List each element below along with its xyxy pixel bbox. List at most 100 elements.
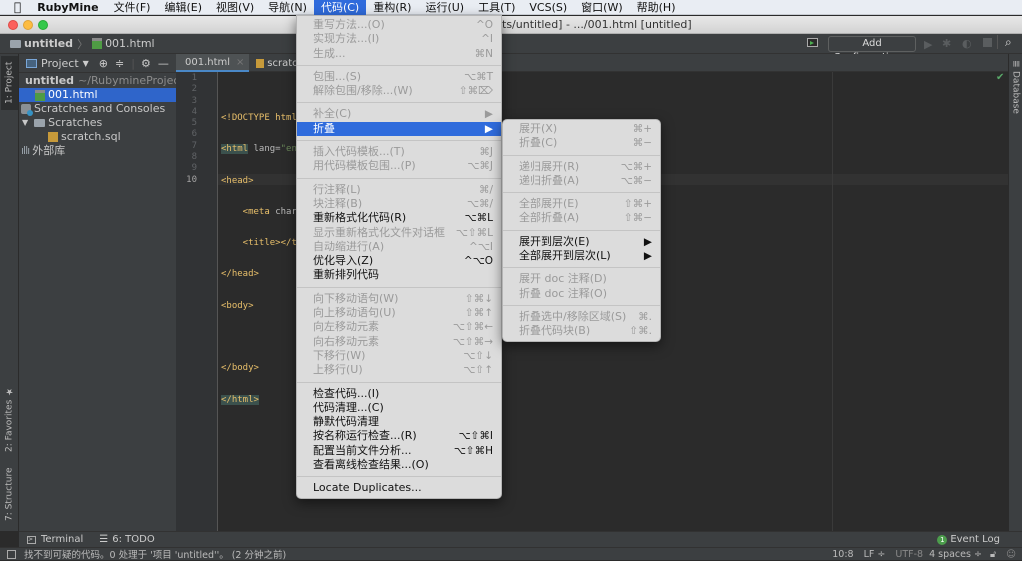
tree-item-external-libraries[interactable]: ıllı 外部库 bbox=[19, 144, 176, 158]
apple-icon[interactable]:  bbox=[0, 0, 29, 15]
fold-menu-item[interactable]: 展开 doc 注释(D) bbox=[503, 272, 660, 286]
terminal-tab[interactable]: > Terminal bbox=[27, 534, 83, 545]
code-menu-item[interactable]: 配置当前文件分析... ⌥⇧⌘H bbox=[297, 444, 501, 458]
fold-menu-item[interactable]: 折叠代码块(B) ⇧⌘. bbox=[503, 324, 660, 338]
code-menu-item[interactable]: 重写方法...(O) ^O bbox=[297, 18, 501, 32]
code-menu-item[interactable]: 上移行(U) ⌥⇧↑ bbox=[297, 363, 501, 377]
code-menu-item[interactable]: 向左移动元素 ⌥⇧⌘← bbox=[297, 320, 501, 334]
project-view-selector[interactable]: Project bbox=[41, 57, 79, 70]
fold-menu-item[interactable]: 折叠 doc 注释(O) bbox=[503, 287, 660, 301]
menu-help[interactable]: 帮助(H) bbox=[630, 0, 683, 15]
indent-selector[interactable]: 4 spaces ÷ bbox=[929, 549, 982, 560]
database-tool-tab[interactable]: ≣ Database bbox=[1009, 60, 1022, 114]
menu-refactor[interactable]: 重构(R) bbox=[366, 0, 418, 15]
stop-icon[interactable] bbox=[983, 38, 992, 47]
fold-menu-item[interactable]: 折叠(C) ⌘− bbox=[503, 136, 660, 150]
code-menu-item[interactable]: 代码清理...(C) bbox=[297, 401, 501, 415]
code-menu-item[interactable]: 生成... ⌘N bbox=[297, 47, 501, 61]
chevron-down-icon[interactable]: ▼ bbox=[83, 59, 89, 68]
breadcrumb-project[interactable]: untitled bbox=[0, 37, 73, 50]
tree-item-scratches-consoles[interactable]: Scratches and Consoles bbox=[19, 102, 176, 116]
zoom-window-button[interactable] bbox=[38, 20, 48, 30]
menu-file[interactable]: 文件(F) bbox=[107, 0, 158, 15]
expand-arrow-icon[interactable]: ▼ bbox=[22, 116, 28, 130]
toggle-tool-windows-icon[interactable] bbox=[7, 549, 16, 559]
hide-panel-icon[interactable]: — bbox=[158, 57, 169, 70]
fold-menu-item[interactable]: 折叠选中/移除区域(S) ⌘. bbox=[503, 310, 660, 324]
code-menu-item[interactable]: 插入代码模板...(T) ⌘J bbox=[297, 145, 501, 159]
debug-icon[interactable]: ✱ bbox=[942, 37, 951, 50]
favorites-tool-tab[interactable]: 2: Favorites ★ bbox=[1, 384, 18, 454]
fold-menu-item[interactable]: 全部展开(E) ⇧⌘+ bbox=[503, 197, 660, 211]
code-menu-item[interactable]: 按名称运行检查...(R) ⌥⇧⌘I bbox=[297, 429, 501, 443]
add-configuration-button[interactable]: Add Configuration... bbox=[828, 36, 916, 63]
menu-edit[interactable]: 编辑(E) bbox=[157, 0, 209, 15]
code-menu-item[interactable]: 实现方法...(I) ^I bbox=[297, 32, 501, 46]
locate-icon[interactable]: ⊕ bbox=[99, 57, 108, 70]
line-separator-selector[interactable]: LF ÷ bbox=[864, 549, 886, 560]
close-window-button[interactable] bbox=[8, 20, 18, 30]
fold-menu-item[interactable]: 递归折叠(A) ⌥⌘− bbox=[503, 174, 660, 188]
code-menu-item[interactable]: 包围...(S) ⌥⌘T bbox=[297, 70, 501, 84]
code-menu-item[interactable]: 解除包围/移除...(W) ⇧⌘⌦ bbox=[297, 84, 501, 98]
breadcrumb-file[interactable]: 001.html bbox=[92, 37, 155, 50]
tree-item-scratch-sql[interactable]: scratch.sql bbox=[19, 130, 176, 144]
code-menu-item[interactable]: 用代码模板包围...(P) ⌥⌘J bbox=[297, 159, 501, 173]
menu-vcs[interactable]: VCS(S) bbox=[522, 0, 574, 15]
coverage-icon[interactable]: ◐ bbox=[962, 37, 972, 50]
fold-menu-item[interactable]: 全部折叠(A) ⇧⌘− bbox=[503, 211, 660, 225]
tree-item-001-html[interactable]: 001.html bbox=[19, 88, 176, 102]
close-tab-icon[interactable]: × bbox=[236, 57, 244, 68]
code-menu-item[interactable]: 重新格式化代码(R) ⌥⌘L bbox=[297, 211, 501, 225]
code-menu-item[interactable]: 补全(C) ▶ bbox=[297, 107, 501, 121]
code-menu-item[interactable]: 折叠 ▶ bbox=[297, 121, 501, 137]
menu-code[interactable]: 代码(C) bbox=[313, 0, 367, 15]
code-menu-item[interactable]: 行注释(L) ⌘/ bbox=[297, 183, 501, 197]
inspector-icon[interactable]: ☺ bbox=[1006, 549, 1016, 560]
code-menu-item-label: 生成... bbox=[313, 46, 346, 60]
code-menu-item[interactable]: 优化导入(Z) ^⌥O bbox=[297, 254, 501, 268]
minimize-window-button[interactable] bbox=[23, 20, 33, 30]
caret-position[interactable]: 10:8 bbox=[832, 549, 853, 560]
menu-view[interactable]: 视图(V) bbox=[209, 0, 261, 15]
fold-menu-item[interactable]: 递归展开(R) ⌥⌘+ bbox=[503, 160, 660, 174]
tree-item-scratches[interactable]: ▼ Scratches bbox=[19, 116, 176, 130]
menu-navigate[interactable]: 导航(N) bbox=[261, 0, 314, 15]
search-everywhere-icon[interactable]: ⌕ bbox=[1005, 35, 1012, 50]
code-menu-item[interactable]: 块注释(B) ⌥⌘/ bbox=[297, 197, 501, 211]
folder-icon bbox=[34, 119, 46, 127]
inspection-ok-icon[interactable]: ✔ bbox=[996, 72, 1004, 83]
collapse-all-icon[interactable]: ≑ bbox=[115, 57, 124, 70]
code-menu-item[interactable]: 向右移动元素 ⌥⇧⌘→ bbox=[297, 335, 501, 349]
code-menu-item[interactable]: Locate Duplicates... bbox=[297, 481, 501, 495]
tab-001-html[interactable]: 001.html × bbox=[176, 54, 249, 72]
code-menu-item[interactable]: 重新排列代码 bbox=[297, 268, 501, 282]
code-menu-item-shortcut: ^⌥O bbox=[463, 255, 493, 268]
menu-window[interactable]: 窗口(W) bbox=[574, 0, 629, 15]
fold-menu-item[interactable]: 展开到层次(E) ▶ bbox=[503, 235, 660, 249]
run-anything-icon[interactable] bbox=[807, 38, 818, 47]
code-menu-item[interactable]: 向上移动语句(U) ⇧⌘↑ bbox=[297, 306, 501, 320]
menu-tools[interactable]: 工具(T) bbox=[471, 0, 522, 15]
code-menu-item[interactable]: 查看离线检查结果...(O) bbox=[297, 458, 501, 472]
code-menu-item[interactable]: 检查代码...(I) bbox=[297, 387, 501, 401]
project-tool-tab[interactable]: 1: Project bbox=[1, 56, 18, 110]
tree-item-project-root[interactable]: untitled ~/RubymineProjects/u bbox=[19, 74, 176, 88]
code-menu-item[interactable]: 静默代码清理 bbox=[297, 415, 501, 429]
fold-menu-item[interactable]: 展开(X) ⌘+ bbox=[503, 122, 660, 136]
event-log-tab[interactable]: 1 Event Log bbox=[937, 534, 1000, 545]
status-message[interactable]: 找不到可疑的代码。0 处理于 '项目 'untitled''。 (2 分钟之前) bbox=[24, 547, 286, 561]
menu-run[interactable]: 运行(U) bbox=[418, 0, 471, 15]
run-icon[interactable]: ▶ bbox=[924, 38, 932, 51]
lock-icon[interactable]: 🔓︎ bbox=[990, 549, 996, 560]
fold-menu-item[interactable]: 全部展开到层次(L) ▶ bbox=[503, 249, 660, 263]
todo-tab[interactable]: ☰ 6: TODO bbox=[99, 534, 154, 545]
gear-icon[interactable]: ⚙ bbox=[141, 57, 151, 70]
code-menu-item[interactable]: 自动缩进行(A) ^⌥I bbox=[297, 240, 501, 254]
code-menu-item[interactable]: 下移行(W) ⌥⇧↓ bbox=[297, 349, 501, 363]
structure-tool-tab[interactable]: 7: Structure bbox=[1, 459, 18, 529]
code-menu-item[interactable]: 向下移动语句(W) ⇧⌘↓ bbox=[297, 292, 501, 306]
encoding-selector[interactable]: UTF-8 bbox=[895, 549, 923, 560]
code-menu-item[interactable]: 显示重新格式化文件对话框 ⌥⇧⌘L bbox=[297, 226, 501, 240]
app-menu[interactable]: RubyMine bbox=[29, 0, 106, 15]
